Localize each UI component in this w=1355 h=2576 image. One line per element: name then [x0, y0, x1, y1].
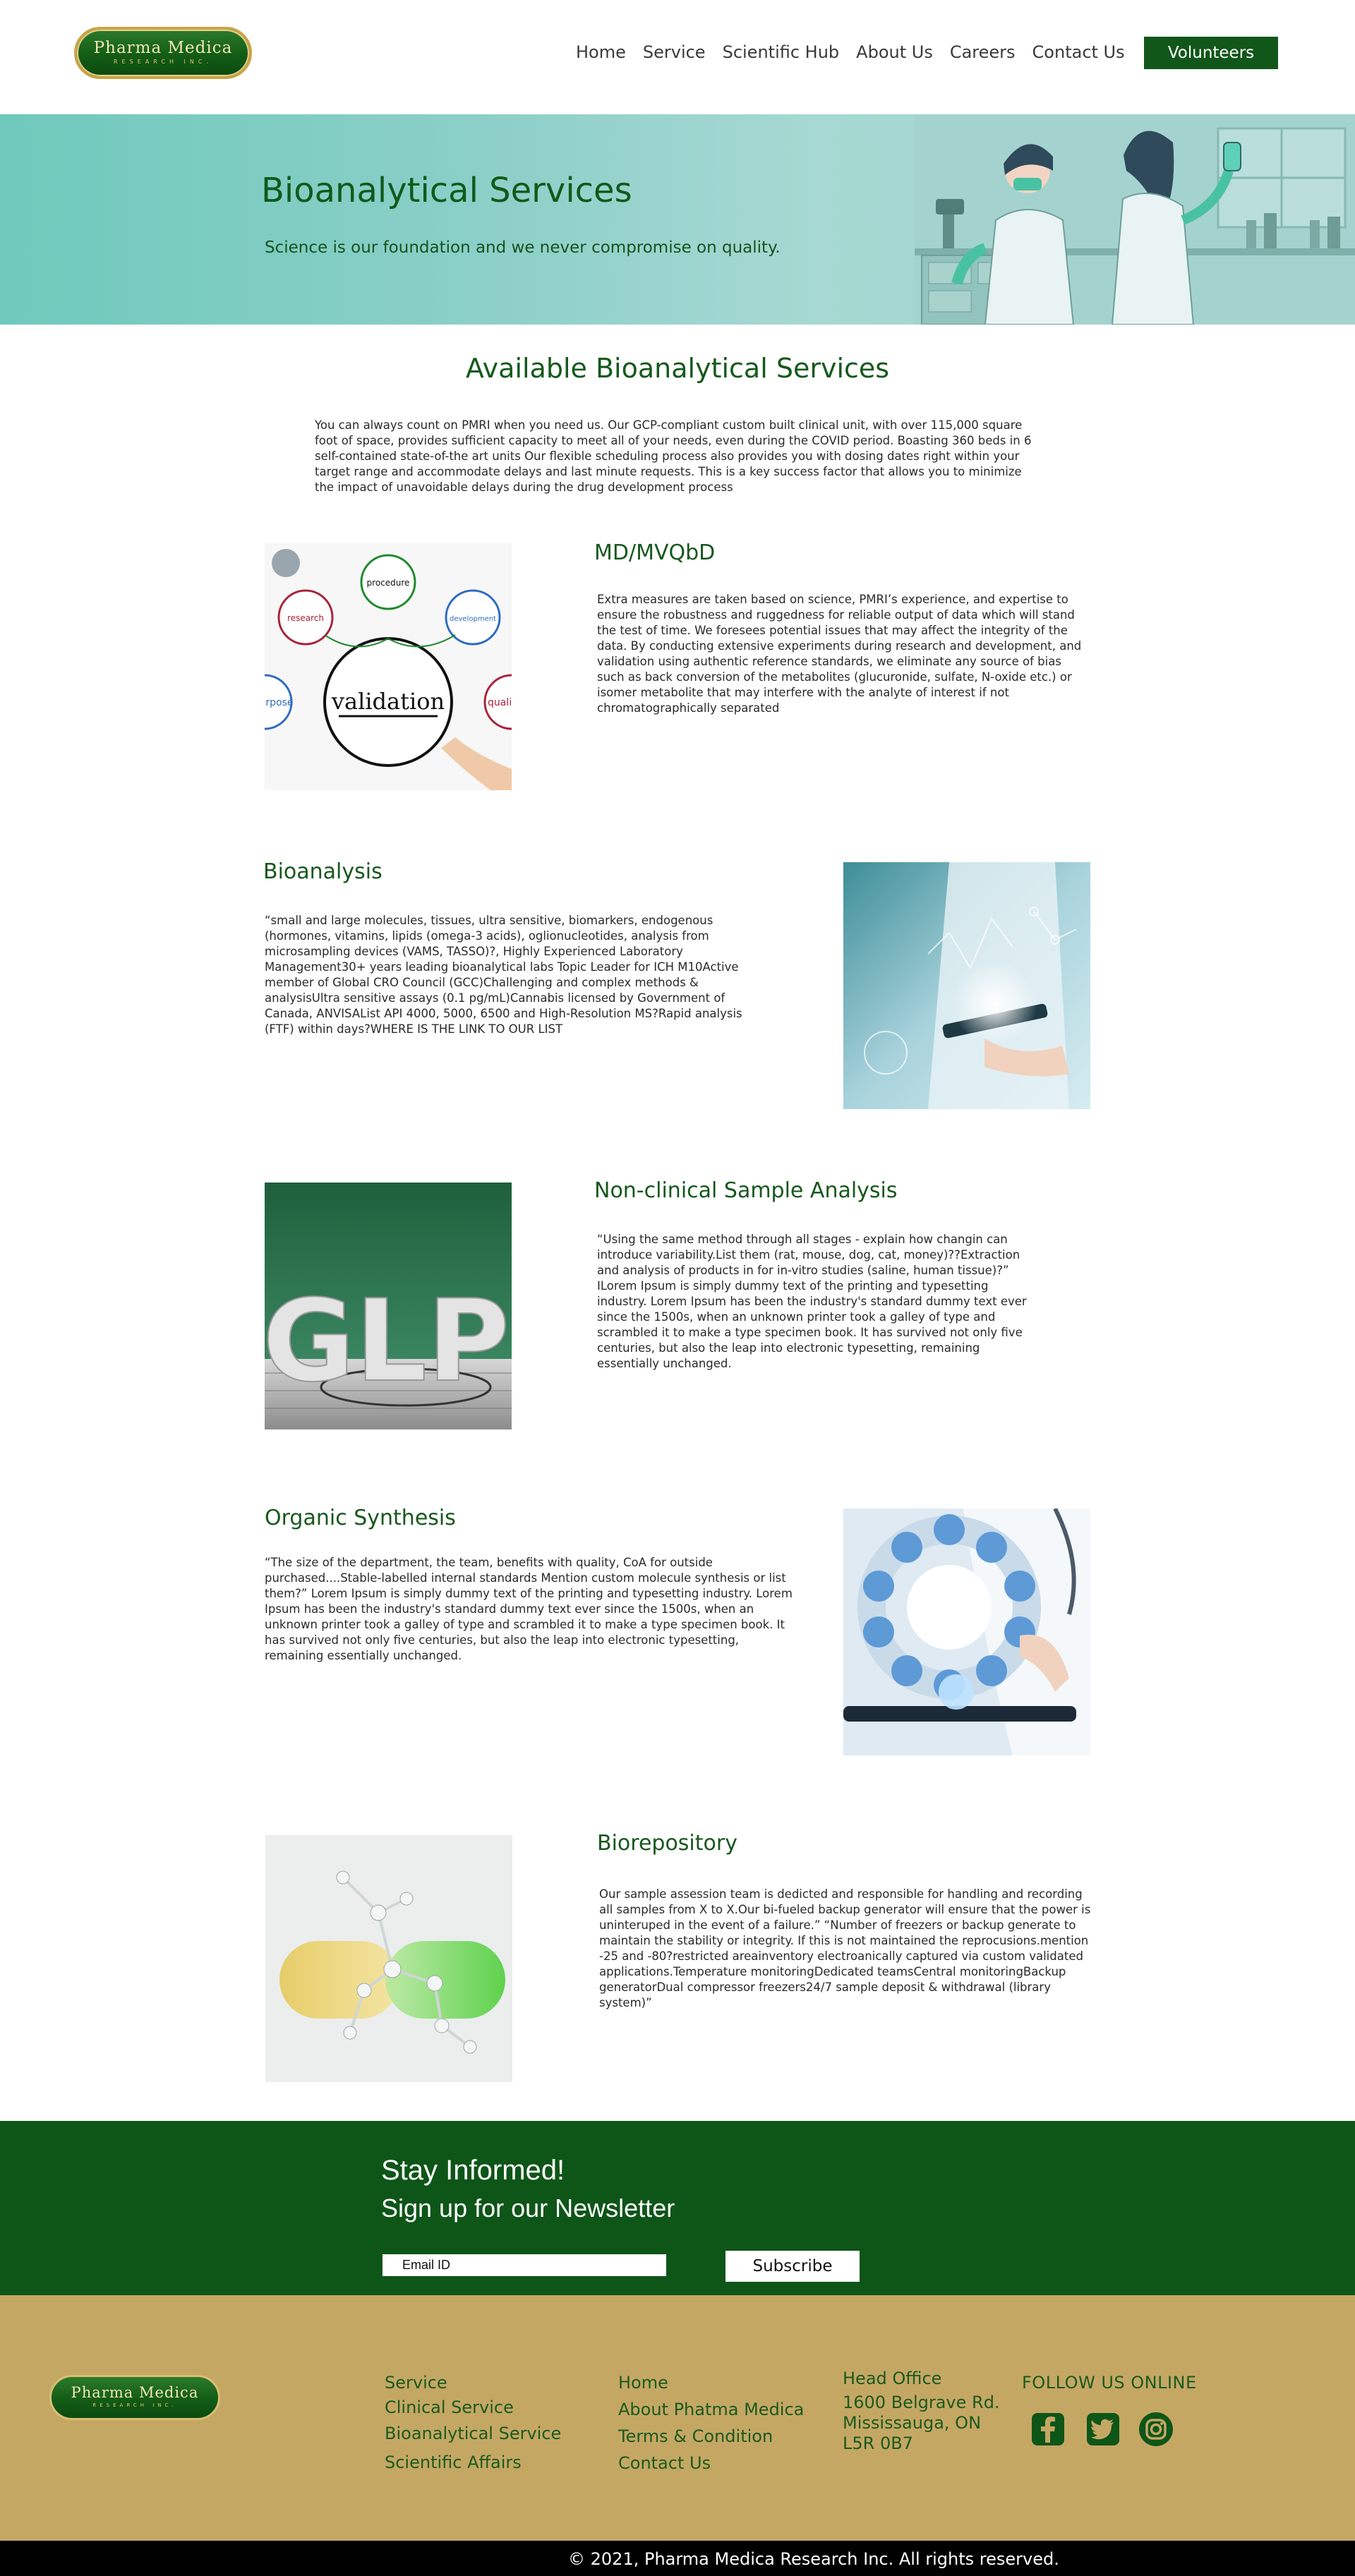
address-title: Head Office	[843, 2369, 942, 2388]
site-footer: Pharma Medica RESEARCH INC. Service Clin…	[0, 2295, 1355, 2541]
validation-image: validation procedure research developmen…	[265, 543, 512, 790]
lab-scientists-illustration	[915, 114, 1355, 325]
footer-link-scientific-affairs[interactable]: Scientific Affairs	[385, 2447, 561, 2478]
glp-letters: GLP	[265, 1275, 510, 1407]
service-text-non-clinical: “Using the same method through all stage…	[597, 1233, 1027, 1370]
section-title: Available Bioanalytical Services	[465, 353, 890, 384]
logo-tagline: RESEARCH INC.	[114, 59, 212, 65]
newsletter-heading: Stay Informed!	[381, 2155, 565, 2186]
nav-about-us[interactable]: About Us	[856, 42, 933, 62]
footer-address: Head Office 1600 Belgrave Rd. Mississaug…	[843, 2364, 1000, 2454]
address-line-1: 1600 Belgrave Rd.	[843, 2393, 1000, 2412]
footer-logo[interactable]: Pharma Medica RESEARCH INC.	[49, 2375, 220, 2420]
capsule-molecule-image	[265, 1835, 512, 2082]
site-header: Pharma Medica RESEARCH INC. Home Service…	[0, 0, 1355, 114]
development-word: development	[450, 615, 496, 623]
footer-link-terms[interactable]: Terms & Condition	[618, 2423, 804, 2450]
logo[interactable]: Pharma Medica RESEARCH INC.	[74, 27, 252, 79]
nav-careers[interactable]: Careers	[950, 42, 1016, 62]
page-title: Bioanalytical Services	[261, 171, 632, 210]
footer-services-column: Service Clinical Service Bioanalytical S…	[385, 2371, 561, 2478]
email-field[interactable]	[383, 2254, 666, 2276]
copyright-bar: © 2021, Pharma Medica Research Inc. All …	[0, 2541, 1355, 2576]
newsletter-subheading: Sign up for our Newsletter	[381, 2194, 675, 2223]
nav-service[interactable]: Service	[643, 42, 706, 62]
address-line-3: L5R 0B7	[843, 2433, 913, 2453]
procedure-word: procedure	[367, 578, 410, 588]
service-title-mdmvqbd: MD/MVQbD	[594, 540, 716, 565]
purpose-word: purpose	[265, 697, 293, 708]
service-text-mdmvqbd: Extra measures are taken based on scienc…	[597, 593, 1082, 715]
facebook-icon[interactable]	[1030, 2412, 1066, 2447]
glp-image: GLP	[265, 1183, 512, 1429]
hero-subtitle: Science is our foundation and we never c…	[265, 238, 781, 257]
intro-text: You can always count on PMRI when you ne…	[315, 418, 1032, 494]
research-word: research	[287, 613, 324, 623]
service-text-bioanalysis: “small and large molecules, tissues, ult…	[265, 914, 742, 1036]
footer-pages-column: Home About Phatma Medica Terms & Conditi…	[618, 2369, 804, 2477]
newsletter-section: Stay Informed! Sign up for our Newslette…	[0, 2121, 1355, 2295]
instagram-icon[interactable]	[1138, 2412, 1174, 2447]
nav-scientific-hub[interactable]: Scientific Hub	[723, 42, 840, 62]
service-title-non-clinical: Non-clinical Sample Analysis	[594, 1178, 898, 1203]
tablet-scientist-image	[843, 862, 1090, 1109]
footer-link-service[interactable]: Service	[385, 2371, 561, 2395]
volunteers-button[interactable]: Volunteers	[1144, 37, 1278, 69]
main-nav: Home Service Scientific Hub About Us Car…	[576, 42, 1142, 62]
subscribe-button[interactable]: Subscribe	[725, 2251, 860, 2282]
service-title-biorepository: Biorepository	[597, 1831, 737, 1856]
footer-link-about[interactable]: About Phatma Medica	[618, 2396, 804, 2423]
service-title-organic-synthesis: Organic Synthesis	[265, 1506, 456, 1530]
medical-icons-image	[843, 1508, 1090, 1755]
quality-word: quality	[488, 697, 512, 708]
service-text-biorepository: Our sample assession team is dedicted an…	[599, 1887, 1091, 2009]
validation-word: validation	[331, 688, 445, 715]
follow-us-label: FOLLOW US ONLINE	[1022, 2373, 1197, 2393]
service-text-organic-synthesis: “The size of the department, the team, b…	[265, 1556, 793, 1662]
twitter-icon[interactable]	[1085, 2412, 1121, 2447]
nav-home[interactable]: Home	[576, 42, 626, 62]
footer-link-bioanalytical-service[interactable]: Bioanalytical Service	[385, 2420, 561, 2447]
logo-name: Pharma Medica	[93, 39, 233, 57]
nav-contact-us[interactable]: Contact Us	[1032, 42, 1125, 62]
copyright-text: © 2021, Pharma Medica Research Inc. All …	[568, 2549, 1059, 2569]
hero-banner: Bioanalytical Services Science is our fo…	[0, 114, 1355, 325]
service-title-bioanalysis: Bioanalysis	[263, 859, 383, 884]
footer-logo-name: Pharma Medica	[71, 2384, 199, 2401]
footer-link-contact[interactable]: Contact Us	[618, 2450, 804, 2477]
footer-logo-tagline: RESEARCH INC.	[92, 2402, 177, 2408]
address-line-2: Mississauga, ON	[843, 2413, 982, 2433]
footer-link-clinical-service[interactable]: Clinical Service	[385, 2395, 561, 2420]
footer-link-home[interactable]: Home	[618, 2369, 804, 2396]
